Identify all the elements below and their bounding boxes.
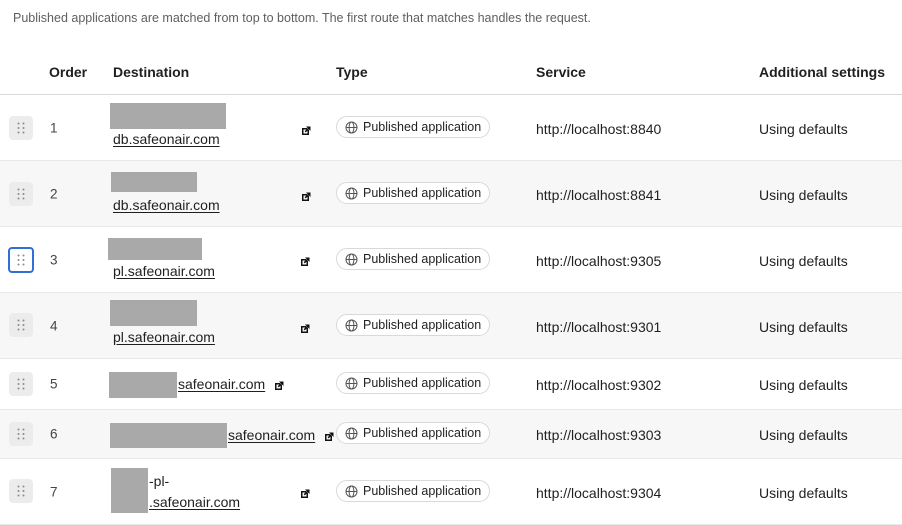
external-link-icon[interactable] <box>301 189 311 207</box>
destination-link-line1[interactable]: -pl- <box>149 473 169 489</box>
drag-handle-icon <box>17 319 25 331</box>
globe-icon <box>345 427 358 439</box>
globe-icon <box>345 253 358 265</box>
additional-settings: Using defaults <box>759 377 848 393</box>
external-link-icon[interactable] <box>300 321 310 339</box>
order-number: 1 <box>50 120 58 136</box>
destination-link-line2[interactable]: .safeonair.com <box>149 494 240 510</box>
table-row[interactable]: 6 safeonair.com Published application ht… <box>0 410 902 459</box>
drag-handle-icon <box>17 254 25 266</box>
external-link-icon[interactable] <box>274 378 284 396</box>
type-badge: Published application <box>336 116 491 138</box>
redacted-subdomain <box>111 468 148 513</box>
additional-settings: Using defaults <box>759 427 848 443</box>
external-link-icon[interactable] <box>301 123 311 141</box>
redacted-subdomain <box>108 238 202 260</box>
type-badge-label: Published application <box>363 376 482 390</box>
drag-handle[interactable] <box>9 313 33 337</box>
globe-icon <box>345 485 358 497</box>
external-link-icon[interactable] <box>300 254 310 272</box>
external-link-icon[interactable] <box>300 486 310 504</box>
type-badge-label: Published application <box>363 484 482 498</box>
redacted-subdomain <box>111 172 197 192</box>
additional-settings: Using defaults <box>759 253 848 269</box>
destination-link[interactable]: db.safeonair.com <box>113 197 220 213</box>
type-badge: Published application <box>336 372 491 394</box>
drag-handle[interactable] <box>9 116 33 140</box>
type-badge: Published application <box>336 480 491 502</box>
service-url: http://localhost:9305 <box>536 253 662 269</box>
additional-settings: Using defaults <box>759 485 848 501</box>
column-header-settings: Additional settings <box>759 64 885 80</box>
order-number: 2 <box>50 186 58 202</box>
destination-link[interactable]: pl.safeonair.com <box>113 263 215 279</box>
service-url: http://localhost:9304 <box>536 485 662 501</box>
order-number: 6 <box>50 426 58 442</box>
type-badge-label: Published application <box>363 252 482 266</box>
destination-link[interactable]: safeonair.com <box>228 427 315 443</box>
destination-link[interactable]: db.safeonair.com <box>113 131 220 147</box>
table-row[interactable]: 1 db.safeonair.com Published application… <box>0 95 902 161</box>
service-url: http://localhost:9303 <box>536 427 662 443</box>
service-url: http://localhost:8840 <box>536 121 662 137</box>
service-url: http://localhost:8841 <box>536 187 662 203</box>
type-badge-label: Published application <box>363 318 482 332</box>
order-number: 3 <box>50 252 58 268</box>
redacted-subdomain <box>109 372 177 398</box>
drag-handle-icon <box>17 428 25 440</box>
service-url: http://localhost:9301 <box>536 319 662 335</box>
destination-link[interactable]: pl.safeonair.com <box>113 329 215 345</box>
column-header-destination: Destination <box>113 64 190 80</box>
table-row[interactable]: 4 pl.safeonair.com Published application… <box>0 293 902 359</box>
additional-settings: Using defaults <box>759 319 848 335</box>
table-row[interactable]: 5 safeonair.com Published application ht… <box>0 359 902 410</box>
order-number: 4 <box>50 318 58 334</box>
column-header-service: Service <box>536 64 586 80</box>
globe-icon <box>345 187 358 199</box>
drag-handle[interactable] <box>9 422 33 446</box>
drag-handle[interactable] <box>8 247 34 273</box>
drag-handle-icon <box>17 122 25 134</box>
redacted-subdomain <box>110 103 226 129</box>
drag-handle-icon <box>17 378 25 390</box>
destination-link[interactable]: safeonair.com <box>178 376 265 392</box>
type-badge: Published application <box>336 314 491 336</box>
type-badge-label: Published application <box>363 186 482 200</box>
globe-icon <box>345 319 358 331</box>
order-number: 5 <box>50 376 58 392</box>
column-header-type: Type <box>336 64 368 80</box>
table-row[interactable]: 7 -pl- .safeonair.com Published applicat… <box>0 459 902 525</box>
type-badge: Published application <box>336 248 491 270</box>
type-badge: Published application <box>336 182 491 204</box>
additional-settings: Using defaults <box>759 121 848 137</box>
table-header: Order Destination Type Service Additiona… <box>0 40 902 95</box>
order-number: 7 <box>50 484 58 500</box>
drag-handle[interactable] <box>9 479 33 503</box>
type-badge: Published application <box>336 422 491 444</box>
table-row[interactable]: 2 db.safeonair.com Published application… <box>0 161 902 227</box>
table-description: Published applications are matched from … <box>13 11 591 25</box>
additional-settings: Using defaults <box>759 187 848 203</box>
table-row[interactable]: 3 pl.safeonair.com Published application… <box>0 227 902 293</box>
type-badge-label: Published application <box>363 426 482 440</box>
globe-icon <box>345 377 358 389</box>
redacted-subdomain <box>110 300 197 326</box>
column-header-order: Order <box>49 64 88 80</box>
globe-icon <box>345 121 358 133</box>
external-link-icon[interactable] <box>324 429 334 447</box>
drag-handle-icon <box>17 485 25 497</box>
drag-handle[interactable] <box>9 372 33 396</box>
drag-handle-icon <box>17 188 25 200</box>
service-url: http://localhost:9302 <box>536 377 662 393</box>
drag-handle[interactable] <box>9 182 33 206</box>
redacted-subdomain <box>110 423 227 448</box>
type-badge-label: Published application <box>363 120 482 134</box>
